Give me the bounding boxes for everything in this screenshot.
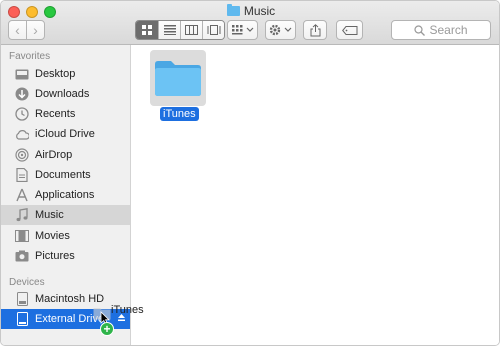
sidebar-item-icloud-drive[interactable]: iCloud Drive <box>1 124 130 144</box>
sidebar-item-applications[interactable]: Applications <box>1 185 130 205</box>
chevron-left-icon: ‹ <box>15 22 20 38</box>
gallery-view-icon <box>207 25 220 35</box>
copy-badge-icon: + <box>100 322 114 336</box>
sidebar-item-label: Movies <box>35 230 70 242</box>
pictures-icon <box>15 249 29 263</box>
applications-icon <box>15 188 29 202</box>
hard-drive-icon <box>15 292 29 306</box>
file-item-itunes[interactable] <box>150 50 206 106</box>
sidebar-item-desktop[interactable]: Desktop <box>1 64 130 84</box>
sidebar-item-label: iCloud Drive <box>35 128 95 140</box>
icon-view-button[interactable] <box>136 21 158 39</box>
toolbar: Music ‹ › Search <box>1 1 499 45</box>
search-placeholder: Search <box>429 23 468 37</box>
airdrop-icon <box>15 148 29 162</box>
music-icon <box>15 208 29 222</box>
tag-button[interactable] <box>336 20 363 40</box>
drag-label: iTunes <box>111 304 144 316</box>
window-title: Music <box>1 4 499 18</box>
column-view-button[interactable] <box>180 21 202 39</box>
search-field[interactable]: Search <box>391 20 491 40</box>
action-button[interactable] <box>265 20 296 40</box>
icon-view-icon <box>142 25 152 35</box>
sidebar-item-pictures[interactable]: Pictures <box>1 246 130 266</box>
sidebar-item-recents[interactable]: Recents <box>1 104 130 124</box>
tag-icon <box>341 25 357 35</box>
file-item-label: iTunes <box>160 107 199 121</box>
favorites-title: Favorites <box>9 51 51 62</box>
sidebar-item-downloads[interactable]: Downloads <box>1 84 130 104</box>
external-drive-icon <box>15 312 29 326</box>
cloud-icon <box>15 127 29 141</box>
gallery-view-button[interactable] <box>202 21 224 39</box>
arrange-button[interactable] <box>227 20 258 40</box>
folder-icon <box>155 61 201 96</box>
sidebar-item-movies[interactable]: Movies <box>1 226 130 246</box>
folder-icon <box>226 4 240 16</box>
file-browser: iTunes <box>132 45 499 345</box>
search-icon <box>414 24 426 36</box>
finder-window: Music ‹ › Search Favorites Desktop Downl… <box>0 0 500 346</box>
sidebar-item-label: Music <box>35 209 64 221</box>
sidebar-item-label: Pictures <box>35 250 75 262</box>
share-icon <box>310 23 320 36</box>
chevron-right-icon: › <box>33 22 38 38</box>
column-view-icon <box>185 25 198 35</box>
devices-title: Devices <box>9 277 45 288</box>
window-title-text: Music <box>243 4 276 18</box>
arrange-grid-icon <box>231 25 253 35</box>
sidebar-item-label: Documents <box>35 169 91 181</box>
sidebar-item-label: Recents <box>35 108 76 120</box>
sidebar-item-label: Macintosh HD <box>35 293 105 305</box>
sidebar-item-label: Applications <box>35 189 95 201</box>
view-mode-control <box>135 20 225 40</box>
sidebar-item-airdrop[interactable]: AirDrop <box>1 145 130 165</box>
forward-button[interactable]: › <box>26 20 45 40</box>
recents-icon <box>15 107 29 121</box>
gear-icon <box>269 24 291 36</box>
share-button[interactable] <box>303 20 327 40</box>
list-view-button[interactable] <box>158 21 180 39</box>
list-view-icon <box>163 25 176 35</box>
sidebar-item-documents[interactable]: Documents <box>1 165 130 185</box>
sidebar-item-label: AirDrop <box>35 149 73 161</box>
sidebar-item-label: Desktop <box>35 68 76 80</box>
eject-icon[interactable] <box>117 313 126 322</box>
documents-icon <box>15 168 29 182</box>
movies-icon <box>15 229 29 243</box>
downloads-icon <box>15 87 29 101</box>
sidebar-item-music[interactable]: Music <box>1 205 130 225</box>
sidebar-item-label: Downloads <box>35 88 90 100</box>
back-button[interactable]: ‹ <box>8 20 27 40</box>
desktop-icon <box>15 67 29 81</box>
sidebar: Favorites Desktop Downloads Recents iClo… <box>1 45 131 345</box>
